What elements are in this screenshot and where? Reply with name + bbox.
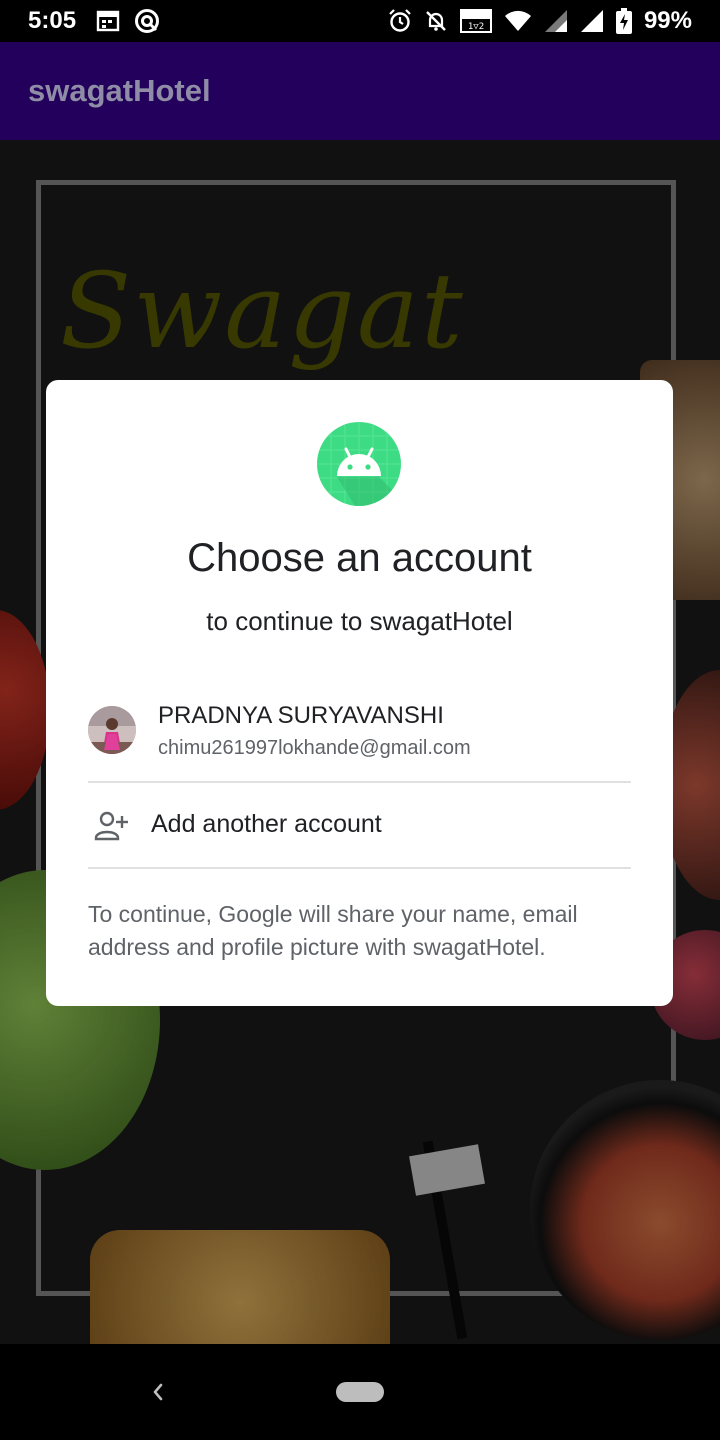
battery-icon xyxy=(615,8,632,34)
divider xyxy=(88,781,631,783)
home-button[interactable] xyxy=(336,1382,384,1402)
status-bar: 5:05 1▽2 99% xyxy=(0,0,720,42)
battery-percent: 99% xyxy=(643,7,692,34)
at-icon xyxy=(135,9,159,33)
account-chooser-dialog: Choose an account to continue to swagatH… xyxy=(46,380,673,1006)
add-another-account-button[interactable]: Add another account xyxy=(88,784,631,868)
vowifi-icon: 1▽2 xyxy=(459,9,492,33)
signal-icon xyxy=(544,10,567,32)
divider xyxy=(88,867,631,869)
svg-text:1▽2: 1▽2 xyxy=(468,22,484,32)
back-icon[interactable] xyxy=(146,1374,170,1410)
status-time: 5:05 xyxy=(28,7,77,34)
account-item[interactable]: PRADNYA SURYAVANSHI chimu261997lokhande@… xyxy=(88,690,631,782)
wifi-icon xyxy=(504,10,531,31)
privacy-note: To continue, Google will share your name… xyxy=(88,901,578,960)
dialog-subtitle: to continue to swagatHotel xyxy=(206,606,513,636)
android-icon xyxy=(317,422,401,506)
avatar xyxy=(88,706,136,754)
dialog-title: Choose an account xyxy=(187,536,532,580)
app-bar: swagatHotel xyxy=(0,42,720,140)
add-person-icon xyxy=(94,811,128,841)
alarm-icon xyxy=(389,9,411,32)
calendar-icon xyxy=(96,10,120,32)
app-title: swagatHotel xyxy=(28,73,211,108)
account-name: PRADNYA SURYAVANSHI xyxy=(158,702,444,729)
signal-icon xyxy=(580,10,603,32)
account-email: chimu261997lokhande@gmail.com xyxy=(158,737,471,759)
navigation-bar xyxy=(0,1344,720,1440)
add-account-label: Add another account xyxy=(151,810,382,838)
mute-icon xyxy=(426,11,446,31)
